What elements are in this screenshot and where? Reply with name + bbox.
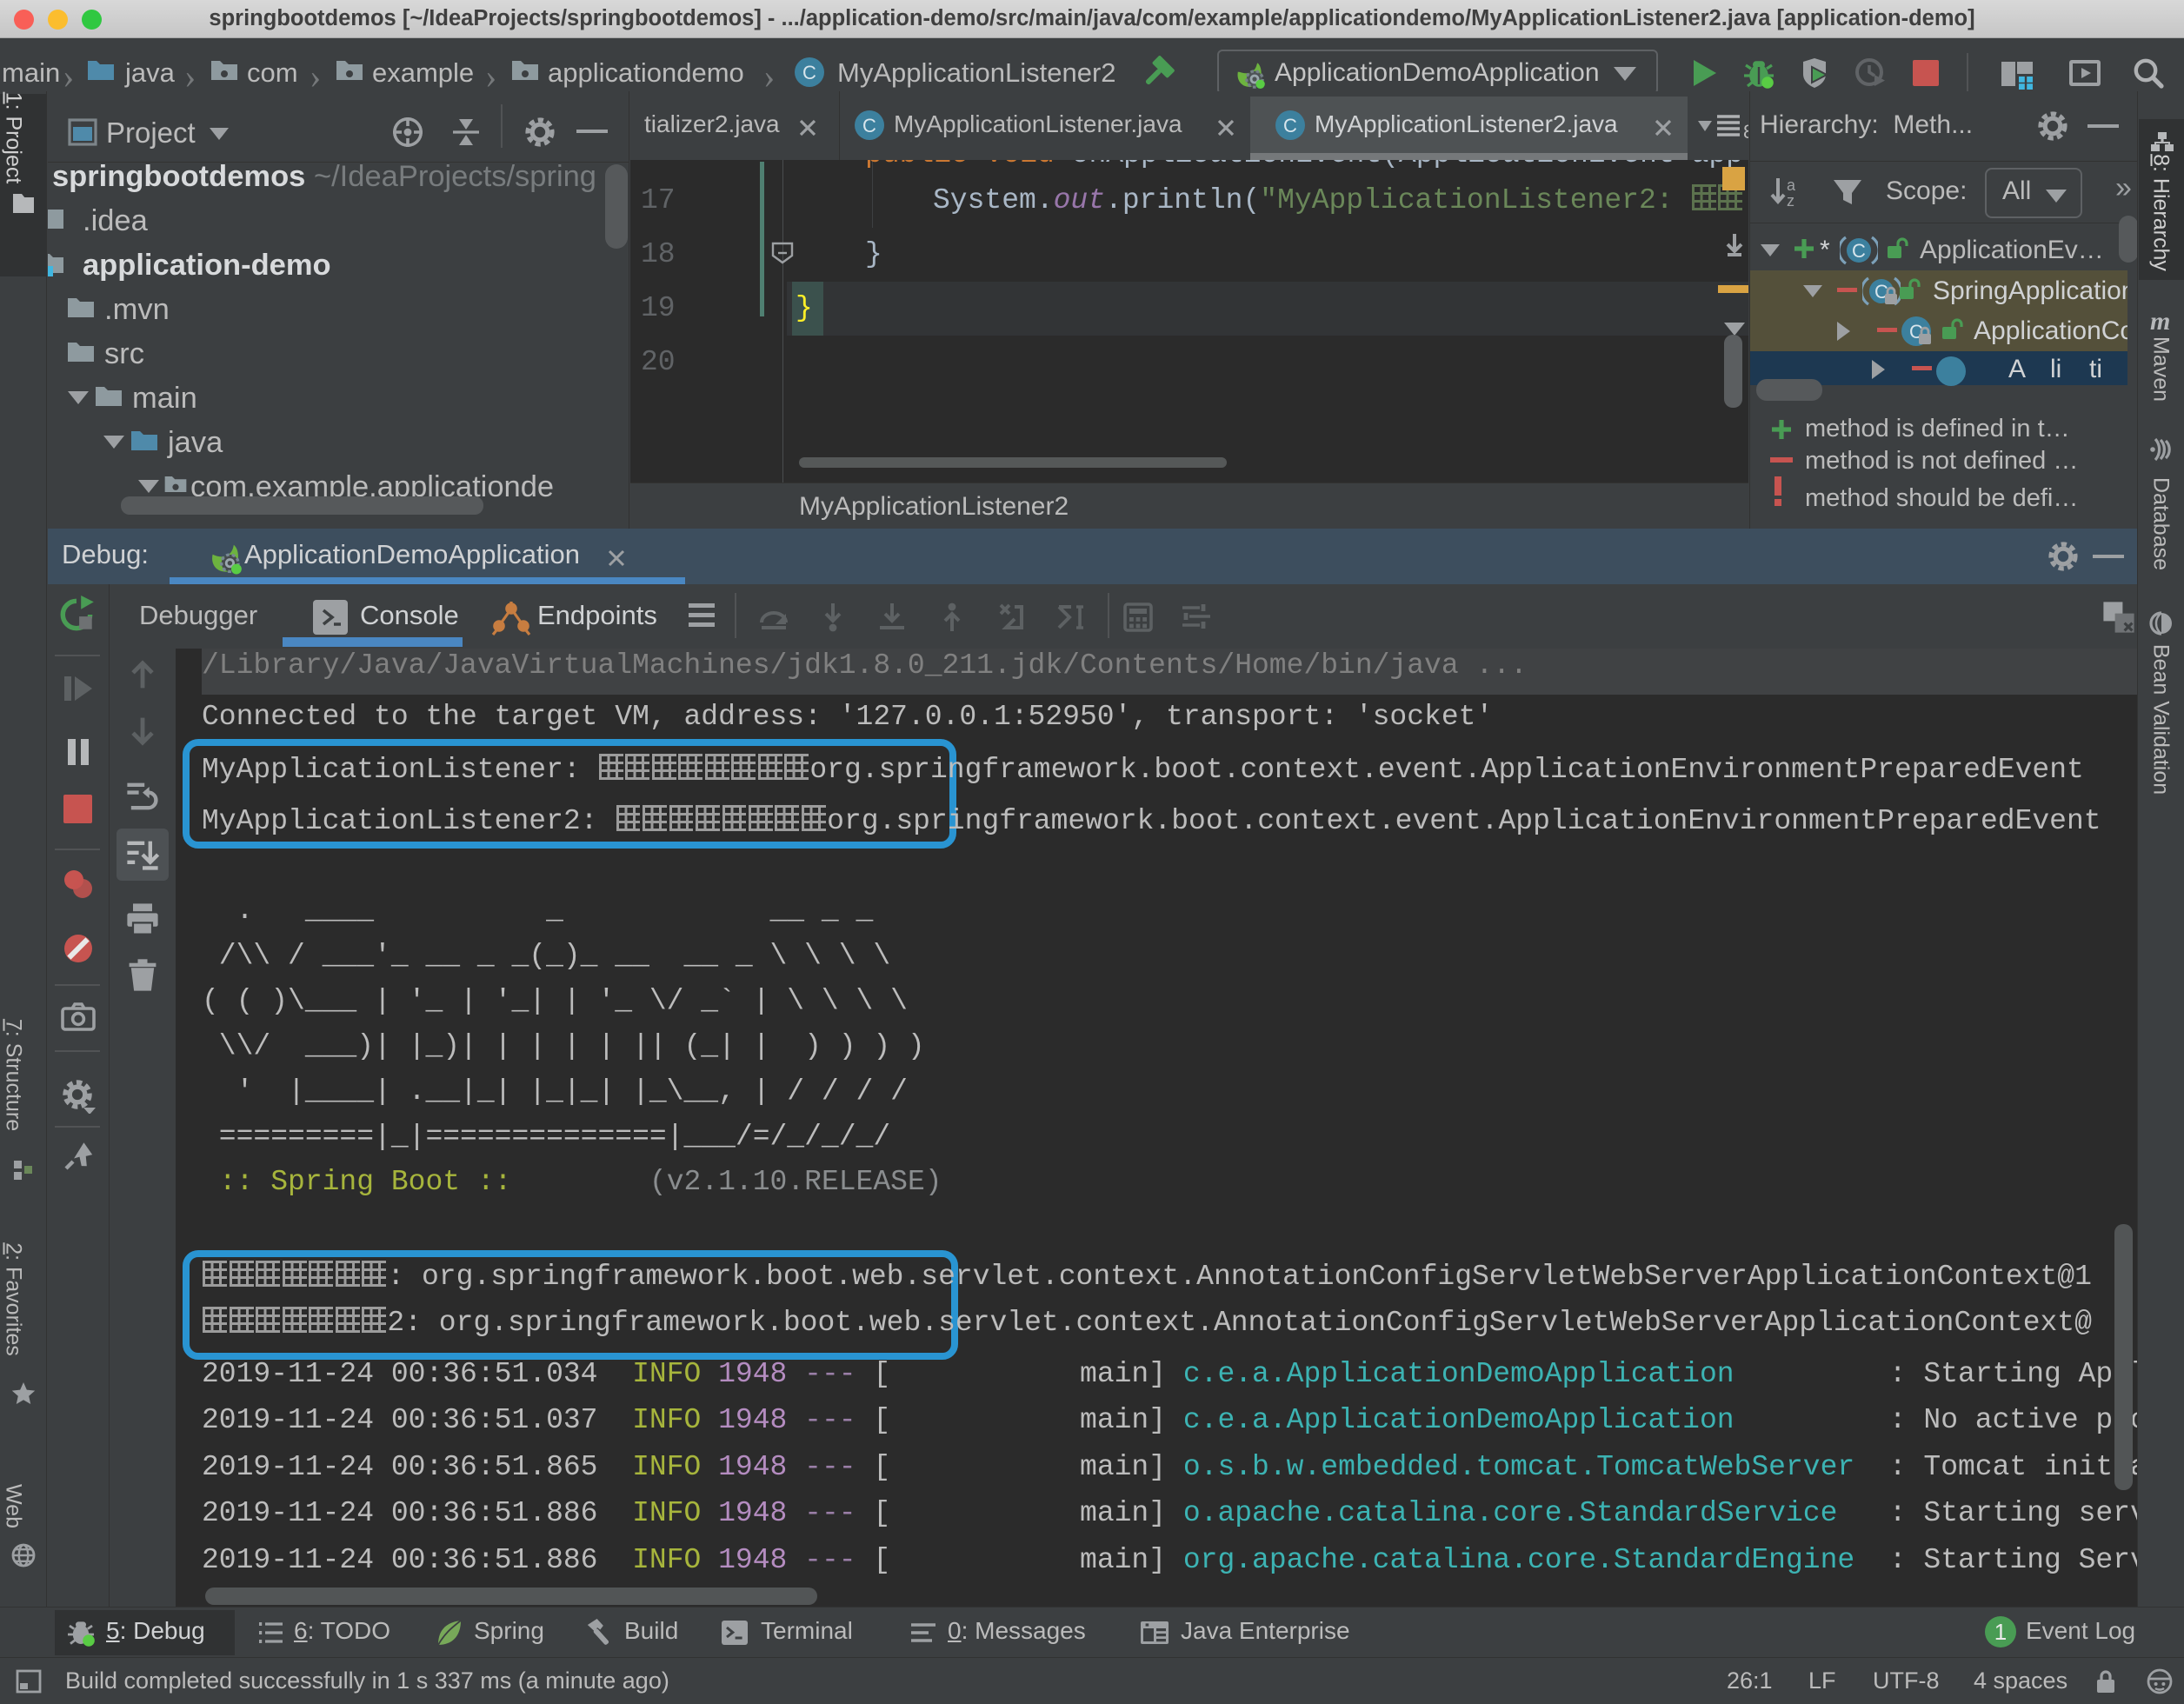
- svg-text:a: a: [1787, 176, 1796, 194]
- svg-text:C: C: [1852, 240, 1866, 262]
- svg-text:C: C: [1283, 115, 1297, 136]
- svg-text:z: z: [1787, 192, 1794, 210]
- svg-text:C: C: [802, 62, 816, 83]
- svg-text:C: C: [862, 115, 876, 136]
